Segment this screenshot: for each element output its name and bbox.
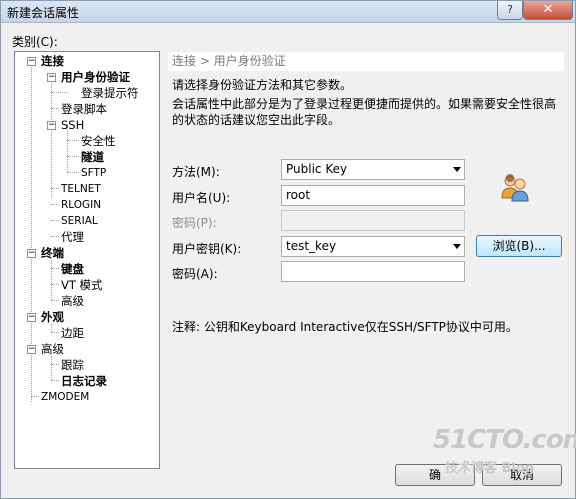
- help-button[interactable]: ?: [497, 1, 523, 20]
- password-label: 密码(P):: [172, 216, 217, 230]
- method-value: Public Key: [286, 162, 348, 176]
- dropdown-arrow-icon: [453, 167, 461, 172]
- tree-item-trace[interactable]: 跟踪: [61, 357, 84, 373]
- tree-item-terminal[interactable]: 终端: [41, 245, 64, 261]
- password-input: [281, 210, 465, 231]
- watermark-tagline: 技术博客 Blog: [445, 461, 535, 476]
- window-title: 新建会话属性: [7, 6, 80, 20]
- user-key-select[interactable]: test_key: [281, 236, 465, 257]
- watermark: 51CTO.com 技术博客 Blog: [433, 425, 576, 485]
- tree-item-user-auth[interactable]: 用户身份验证: [61, 69, 130, 85]
- collapse-icon[interactable]: −: [27, 313, 36, 322]
- user-key-label: 用户密钥(K):: [172, 242, 242, 256]
- passphrase-label: 密码(A):: [172, 267, 218, 281]
- tree-item-margin[interactable]: 边距: [61, 325, 84, 341]
- description-line: 请选择身份验证方法和其它参数。: [172, 78, 353, 92]
- title-bar: 新建会话属性 ? ✕: [1, 1, 575, 23]
- section-header: 连接 > 用户身份验证: [168, 52, 564, 71]
- tree-item-proxy[interactable]: 代理: [61, 229, 84, 245]
- tree-item-advanced[interactable]: 高级: [41, 341, 64, 357]
- close-button[interactable]: ✕: [523, 1, 573, 20]
- collapse-icon[interactable]: −: [27, 57, 36, 66]
- tree-item-rlogin[interactable]: RLOGIN: [61, 197, 101, 213]
- collapse-icon[interactable]: −: [27, 249, 36, 258]
- users-icon: [501, 174, 529, 202]
- browse-button[interactable]: 浏览(B)...: [476, 235, 562, 257]
- tree-item-logging[interactable]: 日志记录: [61, 373, 107, 389]
- collapse-icon[interactable]: −: [47, 73, 56, 82]
- tree-item-advanced-terminal[interactable]: 高级: [61, 293, 84, 309]
- description-line: 的状态的话建议您空出此字段。: [172, 113, 341, 127]
- method-label: 方法(M):: [172, 165, 220, 179]
- note-text: 注释: 公钥和Keyboard Interactive仅在SSH/SFTP协议中…: [172, 320, 518, 334]
- tree-item-connection[interactable]: 连接: [41, 53, 64, 69]
- username-input[interactable]: root: [281, 185, 465, 206]
- session-properties-dialog: 新建会话属性 ? ✕ 类别(C): − 连接 − 用户身份验证 登录提示符 登录…: [0, 0, 576, 499]
- collapse-icon[interactable]: −: [27, 345, 36, 354]
- user-key-value: test_key: [286, 239, 337, 253]
- tree-item-ssh[interactable]: SSH: [61, 117, 84, 133]
- category-label: 类别(C):: [12, 35, 58, 49]
- tree-item-security[interactable]: 安全性: [81, 133, 116, 149]
- tree-item-sftp[interactable]: SFTP: [81, 165, 106, 181]
- tree-item-tunnel[interactable]: 隧道: [81, 149, 104, 165]
- watermark-logo: 51CTO.com: [433, 425, 576, 455]
- dropdown-arrow-icon: [453, 244, 461, 249]
- passphrase-input[interactable]: [281, 261, 465, 282]
- tree-item-vt-mode[interactable]: VT 模式: [61, 277, 103, 293]
- category-tree[interactable]: − 连接 − 用户身份验证 登录提示符 登录脚本 − SSH 安全性 隧道 SF…: [14, 51, 160, 469]
- tree-item-keyboard[interactable]: 键盘: [61, 261, 84, 277]
- method-select[interactable]: Public Key: [281, 159, 465, 180]
- tree-item-login-script[interactable]: 登录脚本: [61, 101, 107, 117]
- collapse-icon[interactable]: −: [47, 121, 56, 130]
- tree-item-login-prompt[interactable]: 登录提示符: [81, 85, 139, 101]
- tree-item-appearance[interactable]: 外观: [41, 309, 64, 325]
- tree-item-telnet[interactable]: TELNET: [61, 181, 101, 197]
- description-line: 会话属性中此部分是为了登录过程更便捷而提供的。如果需要安全性很高: [172, 97, 557, 111]
- username-label: 用户名(U):: [172, 191, 231, 205]
- tree-item-serial[interactable]: SERIAL: [61, 213, 98, 229]
- tree-item-zmodem[interactable]: ZMODEM: [41, 389, 89, 405]
